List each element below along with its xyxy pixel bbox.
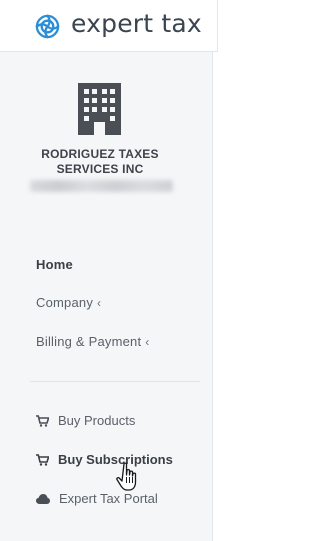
buy-products-label: Buy Products (58, 413, 136, 428)
buy-subscriptions-link[interactable]: Buy Subscriptions (36, 452, 173, 467)
nav-billing-payment[interactable]: Billing & Payment ‹ (36, 334, 149, 349)
app-header: expert tax (0, 0, 218, 52)
nav-company-label: Company (36, 295, 94, 310)
company-name: RODRIGUEZ TAXES SERVICES INC (20, 147, 180, 177)
chevron-left-icon: ‹ (145, 335, 150, 349)
cloud-icon (36, 493, 50, 504)
nav-company[interactable]: Company ‹ (36, 295, 101, 310)
buy-products-link[interactable]: Buy Products (36, 413, 135, 428)
building-icon (78, 83, 121, 135)
brand-name[interactable]: expert tax (71, 9, 202, 38)
company-name-line1: RODRIGUEZ TAXES (41, 147, 159, 161)
swirl-logo-icon[interactable] (34, 13, 61, 40)
divider (30, 381, 200, 382)
company-name-line2: SERVICES INC (56, 162, 144, 176)
nav-home[interactable]: Home (36, 257, 73, 272)
cart-icon (36, 414, 49, 427)
blurred-email (30, 180, 173, 192)
cart-icon (36, 453, 49, 466)
nav-billing-label: Billing & Payment (36, 334, 142, 349)
chevron-left-icon: ‹ (97, 296, 102, 310)
hand-cursor-icon (116, 462, 137, 491)
nav-home-label: Home (36, 257, 73, 272)
